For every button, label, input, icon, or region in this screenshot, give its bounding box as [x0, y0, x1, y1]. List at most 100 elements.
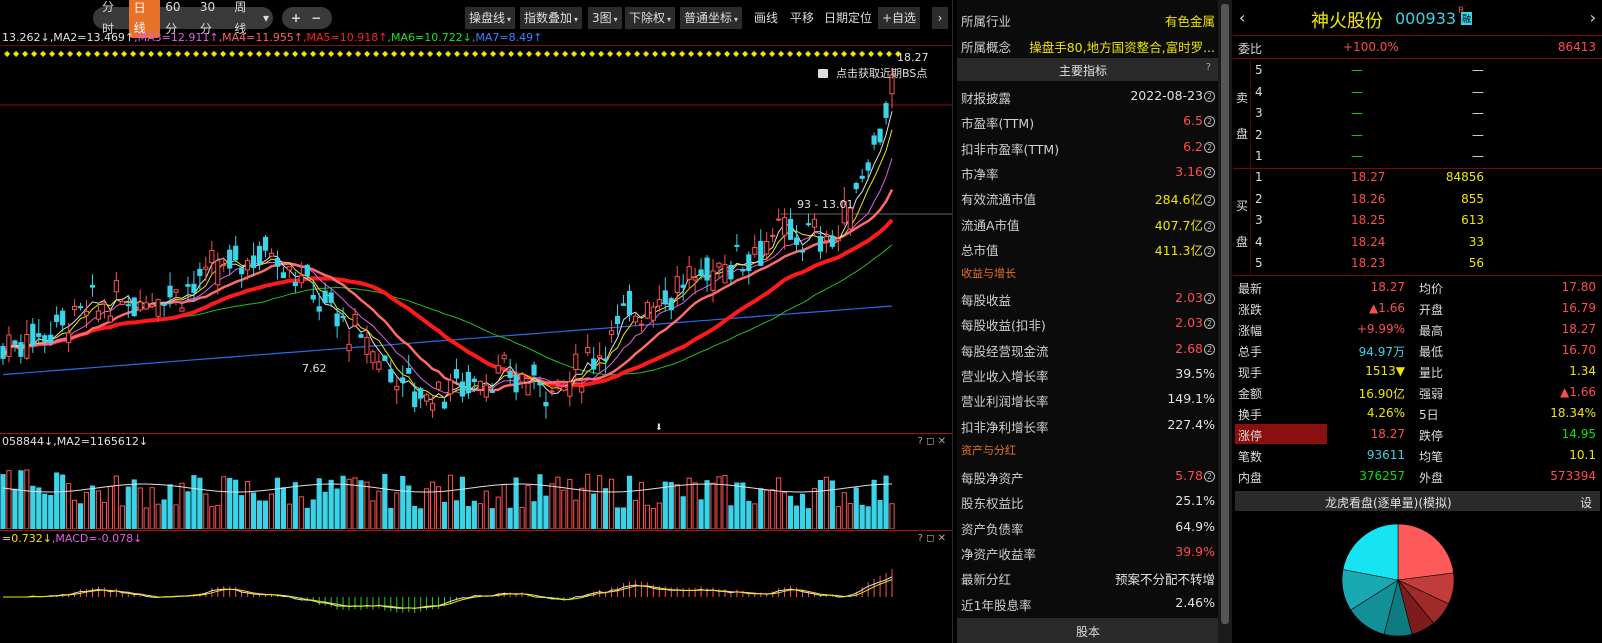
candle-body — [632, 315, 639, 323]
indicator-row[interactable]: 流通A市值 407.7亿 2 — [957, 210, 1219, 235]
indicator-row[interactable]: 市净率 3.16 2 — [957, 159, 1219, 184]
order-level-row[interactable]: 5 — — — [1233, 60, 1602, 81]
bs-points-hint[interactable]: 点击获取近期BS点 — [818, 65, 927, 81]
coordinate-button[interactable]: 普通坐标 ▾ — [680, 7, 743, 29]
indicator-row[interactable]: 近1年股息率 2.46% — [957, 590, 1219, 615]
three-chart-button[interactable]: 3图 ▾ — [588, 7, 622, 29]
candle-body — [268, 252, 275, 257]
share-capital-tab[interactable]: 股本 — [957, 618, 1219, 643]
candle-body — [662, 290, 668, 305]
add-watchlist-button[interactable]: +自选 — [878, 7, 921, 29]
industry-value[interactable]: 有色金属 — [1165, 11, 1215, 30]
footnote-icon[interactable]: 2 — [1204, 343, 1215, 355]
signal-marker: ◆ — [607, 49, 614, 58]
indicator-row[interactable]: 有效流通市值 284.6亿 2 — [957, 184, 1219, 209]
date-locate-button[interactable]: 日期定位 — [820, 7, 876, 29]
candle-body — [459, 381, 466, 397]
volume-bar — [817, 480, 824, 529]
indicator-row[interactable]: 每股收益(扣非) 2.03 2 — [957, 310, 1219, 335]
signal-marker: ◆ — [634, 49, 641, 58]
next-stock-icon[interactable]: › — [1590, 8, 1596, 27]
candle-body — [95, 310, 102, 320]
stat-row: 金额 16.90亿 强弱 ▲1.66 — [1233, 382, 1602, 403]
order-level-row[interactable]: 3 18.25 613 — [1233, 210, 1602, 231]
draw-line-button[interactable]: 画线 — [750, 7, 782, 29]
footnote-icon[interactable]: 2 — [1204, 245, 1215, 257]
candle-body — [638, 323, 645, 326]
candle-body — [322, 290, 328, 304]
indicator-row[interactable]: 最新分红 预案不分配不转增 — [957, 564, 1219, 589]
indicator-row[interactable]: 每股净资产 5.78 2 — [957, 463, 1219, 488]
kline-chart-area[interactable]: 13.262↓,MA2=13.469↑,MA3=12.911↑,MA4=11.9… — [0, 31, 952, 643]
level-volume: — — [1472, 84, 1484, 99]
footnote-icon[interactable]: 2 — [1204, 318, 1215, 330]
zoom-in-button[interactable]: + — [286, 7, 306, 29]
indicator-row[interactable]: 每股经营现金流 2.68 2 — [957, 336, 1219, 361]
help-icon[interactable]: ? — [1206, 62, 1211, 73]
stat-label: 金额 — [1238, 387, 1263, 401]
indicator-row[interactable]: 净资产收益率 39.9% — [957, 539, 1219, 564]
order-level-row[interactable]: 1 — — — [1233, 146, 1602, 167]
volume-panel-controls[interactable]: ? ◻ ✕ — [918, 436, 946, 447]
strategy-line-button[interactable]: 操盘线 ▾ — [465, 7, 516, 29]
order-level-row[interactable]: 5 18.23 56 — [1233, 253, 1602, 274]
chevron-down-icon[interactable]: ▾ — [263, 7, 269, 29]
indicator-row[interactable]: 资产负债率 64.9% — [957, 514, 1219, 539]
volume-bar — [203, 493, 209, 529]
indicator-row[interactable]: 市盈率(TTM) 6.5 2 — [957, 108, 1219, 133]
main-indicators-header[interactable]: 主要指标 ? — [957, 58, 1219, 81]
candle-body — [686, 266, 692, 280]
candle-body — [543, 402, 549, 407]
order-level-row[interactable]: 2 — — — [1233, 125, 1602, 146]
settings-button[interactable]: 设 — [1580, 494, 1592, 511]
indicator-label: 近1年股息率 — [961, 597, 1032, 613]
candle-body — [722, 264, 728, 284]
indicator-row[interactable]: 每股收益 2.03 2 — [957, 285, 1219, 310]
footnote-icon[interactable]: 2 — [1204, 293, 1215, 304]
order-level-row[interactable]: 1 18.27 84856 — [1233, 167, 1602, 188]
zoom-out-button[interactable]: − — [306, 7, 326, 29]
scroll-arrow-icon[interactable]: ⬇ — [655, 423, 663, 433]
order-level-row[interactable]: 4 18.24 33 — [1233, 232, 1602, 253]
indicator-row[interactable]: 扣非市盈率(TTM) 6.2 2 — [957, 134, 1219, 159]
volume-plot[interactable] — [0, 450, 952, 529]
stat-row: 总手 94.97万 最低 16.70 — [1233, 340, 1602, 361]
candle-body — [358, 334, 364, 338]
macd-plot[interactable] — [0, 547, 952, 643]
stat-value: 573394 — [1550, 469, 1596, 483]
footnote-icon[interactable]: 2 — [1204, 220, 1215, 232]
footnote-icon[interactable]: 2 — [1204, 141, 1215, 153]
signal-marker: ◆ — [85, 49, 92, 58]
indicator-row[interactable]: 营业收入增长率 39.5% — [957, 361, 1219, 386]
fin-scrollbar[interactable] — [1218, 0, 1232, 643]
footnote-icon[interactable]: 2 — [1204, 116, 1215, 128]
indicator-row[interactable]: 财报披露 2022-08-23 2 — [957, 83, 1219, 108]
candle-body — [513, 374, 519, 393]
order-level-row[interactable]: 2 18.26 855 — [1233, 189, 1602, 210]
indicator-row[interactable]: 营业利润增长率 149.1% — [957, 386, 1219, 411]
macd-value-1: ,MACD=-0.078↓ — [51, 532, 143, 545]
ex-rights-button[interactable]: 下除权 ▾ — [625, 7, 676, 29]
order-level-row[interactable]: 3 — — — [1233, 103, 1602, 124]
order-level-row[interactable]: 4 — — — [1233, 82, 1602, 103]
candlestick-plot[interactable]: ◆ ◆ ◆ ◆ ◆ ◆ ◆ ◆ ◆ ◆ ◆ ◆ ◆ ◆ ◆ ◆ ◆ ◆ ◆ ◆ ◆ ◆ ◆ ◆ ◆ ◆ ◆ ◆ ◆ ◆ ◆ ◆ ◆ ◆ ◆ ◆ ◆ ◆ ◆ ◆… — [0, 46, 952, 433]
footnote-icon[interactable]: 2 — [1204, 166, 1215, 178]
concept-value[interactable]: 操盘手80,地方国资整合,富时罗... — [1019, 37, 1215, 56]
indicator-row[interactable]: 扣非净利增长率 227.4% — [957, 412, 1219, 437]
prev-stock-icon[interactable]: ‹ — [1239, 8, 1245, 27]
pan-button[interactable]: 平移 — [786, 7, 818, 29]
footnote-icon[interactable]: 2 — [1204, 91, 1215, 102]
signal-marker: ◆ — [724, 49, 731, 58]
stat-value: 14.95 — [1561, 427, 1596, 441]
candle-body — [250, 255, 257, 269]
scrollbar-thumb[interactable] — [1221, 4, 1229, 624]
indicator-row[interactable]: 总市值 411.3亿 2 — [957, 235, 1219, 260]
indicator-row[interactable]: 股东权益比 25.1% — [957, 488, 1219, 513]
volume-bar — [119, 505, 125, 529]
index-overlay-button[interactable]: 指数叠加 ▾ — [520, 7, 583, 29]
footnote-icon[interactable]: 2 — [1204, 471, 1215, 482]
more-icon[interactable]: › — [932, 7, 948, 29]
dragon-panel-header[interactable]: 龙虎看盘(逐单量)(模拟) 设 — [1235, 491, 1600, 511]
macd-panel-controls[interactable]: ? ◻ ✕ — [918, 533, 946, 544]
footnote-icon[interactable]: 2 — [1204, 195, 1215, 207]
